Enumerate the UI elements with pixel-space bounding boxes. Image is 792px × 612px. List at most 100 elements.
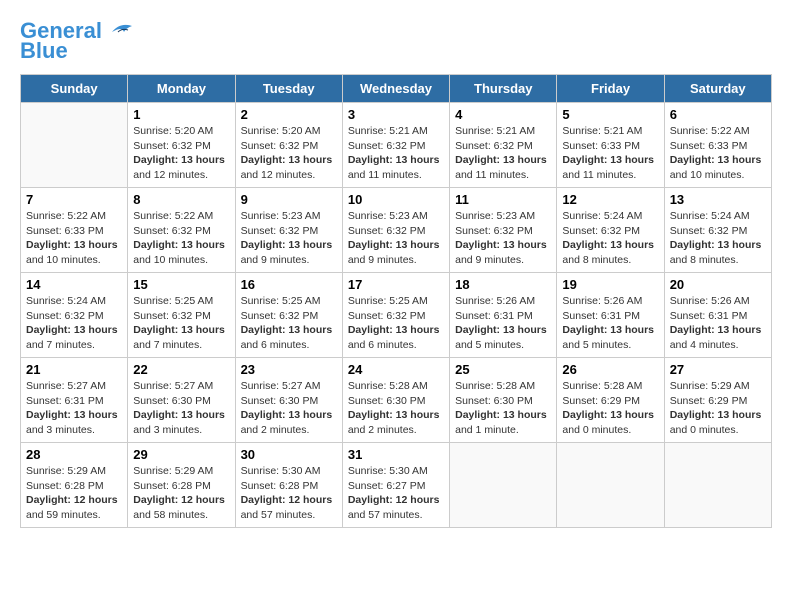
day-info: Sunrise: 5:28 AMSunset: 6:30 PMDaylight:… <box>348 379 444 438</box>
calendar-cell: 4 Sunrise: 5:21 AMSunset: 6:32 PMDaylight… <box>450 103 557 188</box>
day-number: 6 <box>670 107 766 122</box>
day-info: Sunrise: 5:22 AMSunset: 6:33 PMDaylight:… <box>26 209 122 268</box>
page-header: General Blue <box>20 20 772 64</box>
day-number: 29 <box>133 447 229 462</box>
day-info: Sunrise: 5:27 AMSunset: 6:30 PMDaylight:… <box>241 379 337 438</box>
day-info: Sunrise: 5:26 AMSunset: 6:31 PMDaylight:… <box>670 294 766 353</box>
day-info: Sunrise: 5:20 AMSunset: 6:32 PMDaylight:… <box>133 124 229 183</box>
day-info: Sunrise: 5:26 AMSunset: 6:31 PMDaylight:… <box>455 294 551 353</box>
day-number: 21 <box>26 362 122 377</box>
day-number: 20 <box>670 277 766 292</box>
day-header-friday: Friday <box>557 75 664 103</box>
calendar-cell: 9 Sunrise: 5:23 AMSunset: 6:32 PMDaylight… <box>235 188 342 273</box>
day-number: 15 <box>133 277 229 292</box>
calendar-cell: 5 Sunrise: 5:21 AMSunset: 6:33 PMDaylight… <box>557 103 664 188</box>
day-number: 26 <box>562 362 658 377</box>
day-number: 13 <box>670 192 766 207</box>
calendar-cell: 26Sunrise: 5:28 AMSunset: 6:29 PMDayligh… <box>557 358 664 443</box>
calendar-cell: 29 Sunrise: 5:29 AMSunset: 6:28 PMDayligh… <box>128 443 235 528</box>
calendar-cell: 2 Sunrise: 5:20 AMSunset: 6:32 PMDaylight… <box>235 103 342 188</box>
day-info: Sunrise: 5:21 AMSunset: 6:32 PMDaylight:… <box>455 124 551 183</box>
calendar-cell: 25Sunrise: 5:28 AMSunset: 6:30 PMDayligh… <box>450 358 557 443</box>
day-number: 3 <box>348 107 444 122</box>
calendar-cell: 8Sunrise: 5:22 AMSunset: 6:32 PMDaylight… <box>128 188 235 273</box>
day-info: Sunrise: 5:27 AMSunset: 6:30 PMDaylight:… <box>133 379 229 438</box>
calendar-cell: 18 Sunrise: 5:26 AMSunset: 6:31 PMDayligh… <box>450 273 557 358</box>
calendar-cell: 31Sunrise: 5:30 AMSunset: 6:27 PMDayligh… <box>342 443 449 528</box>
day-number: 23 <box>241 362 337 377</box>
day-number: 1 <box>133 107 229 122</box>
day-number: 27 <box>670 362 766 377</box>
day-info: Sunrise: 5:23 AMSunset: 6:32 PMDaylight:… <box>241 209 337 268</box>
calendar-cell <box>557 443 664 528</box>
day-info: Sunrise: 5:22 AMSunset: 6:32 PMDaylight:… <box>133 209 229 268</box>
calendar-cell: 28 Sunrise: 5:29 AMSunset: 6:28 PMDayligh… <box>21 443 128 528</box>
calendar-cell: 19Sunrise: 5:26 AMSunset: 6:31 PMDayligh… <box>557 273 664 358</box>
day-number: 10 <box>348 192 444 207</box>
calendar-cell: 27 Sunrise: 5:29 AMSunset: 6:29 PMDayligh… <box>664 358 771 443</box>
calendar-cell: 21 Sunrise: 5:27 AMSunset: 6:31 PMDayligh… <box>21 358 128 443</box>
week-row-3: 14 Sunrise: 5:24 AMSunset: 6:32 PMDayligh… <box>21 273 772 358</box>
day-info: Sunrise: 5:29 AMSunset: 6:28 PMDaylight:… <box>26 464 122 523</box>
day-number: 2 <box>241 107 337 122</box>
day-header-tuesday: Tuesday <box>235 75 342 103</box>
day-info: Sunrise: 5:20 AMSunset: 6:32 PMDaylight:… <box>241 124 337 183</box>
week-row-4: 21 Sunrise: 5:27 AMSunset: 6:31 PMDayligh… <box>21 358 772 443</box>
calendar-cell: 20 Sunrise: 5:26 AMSunset: 6:31 PMDayligh… <box>664 273 771 358</box>
day-header-thursday: Thursday <box>450 75 557 103</box>
calendar-cell: 16Sunrise: 5:25 AMSunset: 6:32 PMDayligh… <box>235 273 342 358</box>
day-number: 16 <box>241 277 337 292</box>
day-number: 30 <box>241 447 337 462</box>
day-number: 17 <box>348 277 444 292</box>
day-number: 11 <box>455 192 551 207</box>
calendar-cell: 12Sunrise: 5:24 AMSunset: 6:32 PMDayligh… <box>557 188 664 273</box>
day-number: 4 <box>455 107 551 122</box>
day-number: 31 <box>348 447 444 462</box>
calendar-cell: 22 Sunrise: 5:27 AMSunset: 6:30 PMDayligh… <box>128 358 235 443</box>
day-info: Sunrise: 5:21 AMSunset: 6:33 PMDaylight:… <box>562 124 658 183</box>
day-number: 18 <box>455 277 551 292</box>
day-info: Sunrise: 5:29 AMSunset: 6:28 PMDaylight:… <box>133 464 229 523</box>
calendar-cell: 30 Sunrise: 5:30 AMSunset: 6:28 PMDayligh… <box>235 443 342 528</box>
calendar-cell: 24 Sunrise: 5:28 AMSunset: 6:30 PMDayligh… <box>342 358 449 443</box>
calendar-cell <box>21 103 128 188</box>
day-number: 22 <box>133 362 229 377</box>
day-number: 5 <box>562 107 658 122</box>
day-info: Sunrise: 5:22 AMSunset: 6:33 PMDaylight:… <box>670 124 766 183</box>
calendar-cell: 17 Sunrise: 5:25 AMSunset: 6:32 PMDayligh… <box>342 273 449 358</box>
day-info: Sunrise: 5:25 AMSunset: 6:32 PMDaylight:… <box>348 294 444 353</box>
day-info: Sunrise: 5:25 AMSunset: 6:32 PMDaylight:… <box>133 294 229 353</box>
day-info: Sunrise: 5:21 AMSunset: 6:32 PMDaylight:… <box>348 124 444 183</box>
day-number: 19 <box>562 277 658 292</box>
week-row-2: 7 Sunrise: 5:22 AMSunset: 6:33 PMDaylight… <box>21 188 772 273</box>
day-number: 14 <box>26 277 122 292</box>
day-info: Sunrise: 5:23 AMSunset: 6:32 PMDaylight:… <box>348 209 444 268</box>
day-info: Sunrise: 5:24 AMSunset: 6:32 PMDaylight:… <box>26 294 122 353</box>
week-row-5: 28 Sunrise: 5:29 AMSunset: 6:28 PMDayligh… <box>21 443 772 528</box>
day-info: Sunrise: 5:27 AMSunset: 6:31 PMDaylight:… <box>26 379 122 438</box>
day-info: Sunrise: 5:30 AMSunset: 6:28 PMDaylight:… <box>241 464 337 523</box>
day-header-saturday: Saturday <box>664 75 771 103</box>
calendar-cell <box>450 443 557 528</box>
week-row-1: 1 Sunrise: 5:20 AMSunset: 6:32 PMDaylight… <box>21 103 772 188</box>
day-number: 7 <box>26 192 122 207</box>
day-info: Sunrise: 5:23 AMSunset: 6:32 PMDaylight:… <box>455 209 551 268</box>
day-info: Sunrise: 5:24 AMSunset: 6:32 PMDaylight:… <box>670 209 766 268</box>
day-number: 24 <box>348 362 444 377</box>
calendar-cell: 10 Sunrise: 5:23 AMSunset: 6:32 PMDayligh… <box>342 188 449 273</box>
day-info: Sunrise: 5:29 AMSunset: 6:29 PMDaylight:… <box>670 379 766 438</box>
day-info: Sunrise: 5:28 AMSunset: 6:30 PMDaylight:… <box>455 379 551 438</box>
day-number: 9 <box>241 192 337 207</box>
day-header-sunday: Sunday <box>21 75 128 103</box>
calendar-cell <box>664 443 771 528</box>
calendar-cell: 23 Sunrise: 5:27 AMSunset: 6:30 PMDayligh… <box>235 358 342 443</box>
calendar-cell: 3 Sunrise: 5:21 AMSunset: 6:32 PMDaylight… <box>342 103 449 188</box>
calendar-cell: 15 Sunrise: 5:25 AMSunset: 6:32 PMDayligh… <box>128 273 235 358</box>
day-number: 28 <box>26 447 122 462</box>
logo-bird-icon <box>104 18 136 40</box>
day-header-monday: Monday <box>128 75 235 103</box>
calendar-cell: 13 Sunrise: 5:24 AMSunset: 6:32 PMDayligh… <box>664 188 771 273</box>
logo-blue-text: Blue <box>20 38 68 64</box>
calendar-cell: 6 Sunrise: 5:22 AMSunset: 6:33 PMDaylight… <box>664 103 771 188</box>
logo: General Blue <box>20 20 136 64</box>
